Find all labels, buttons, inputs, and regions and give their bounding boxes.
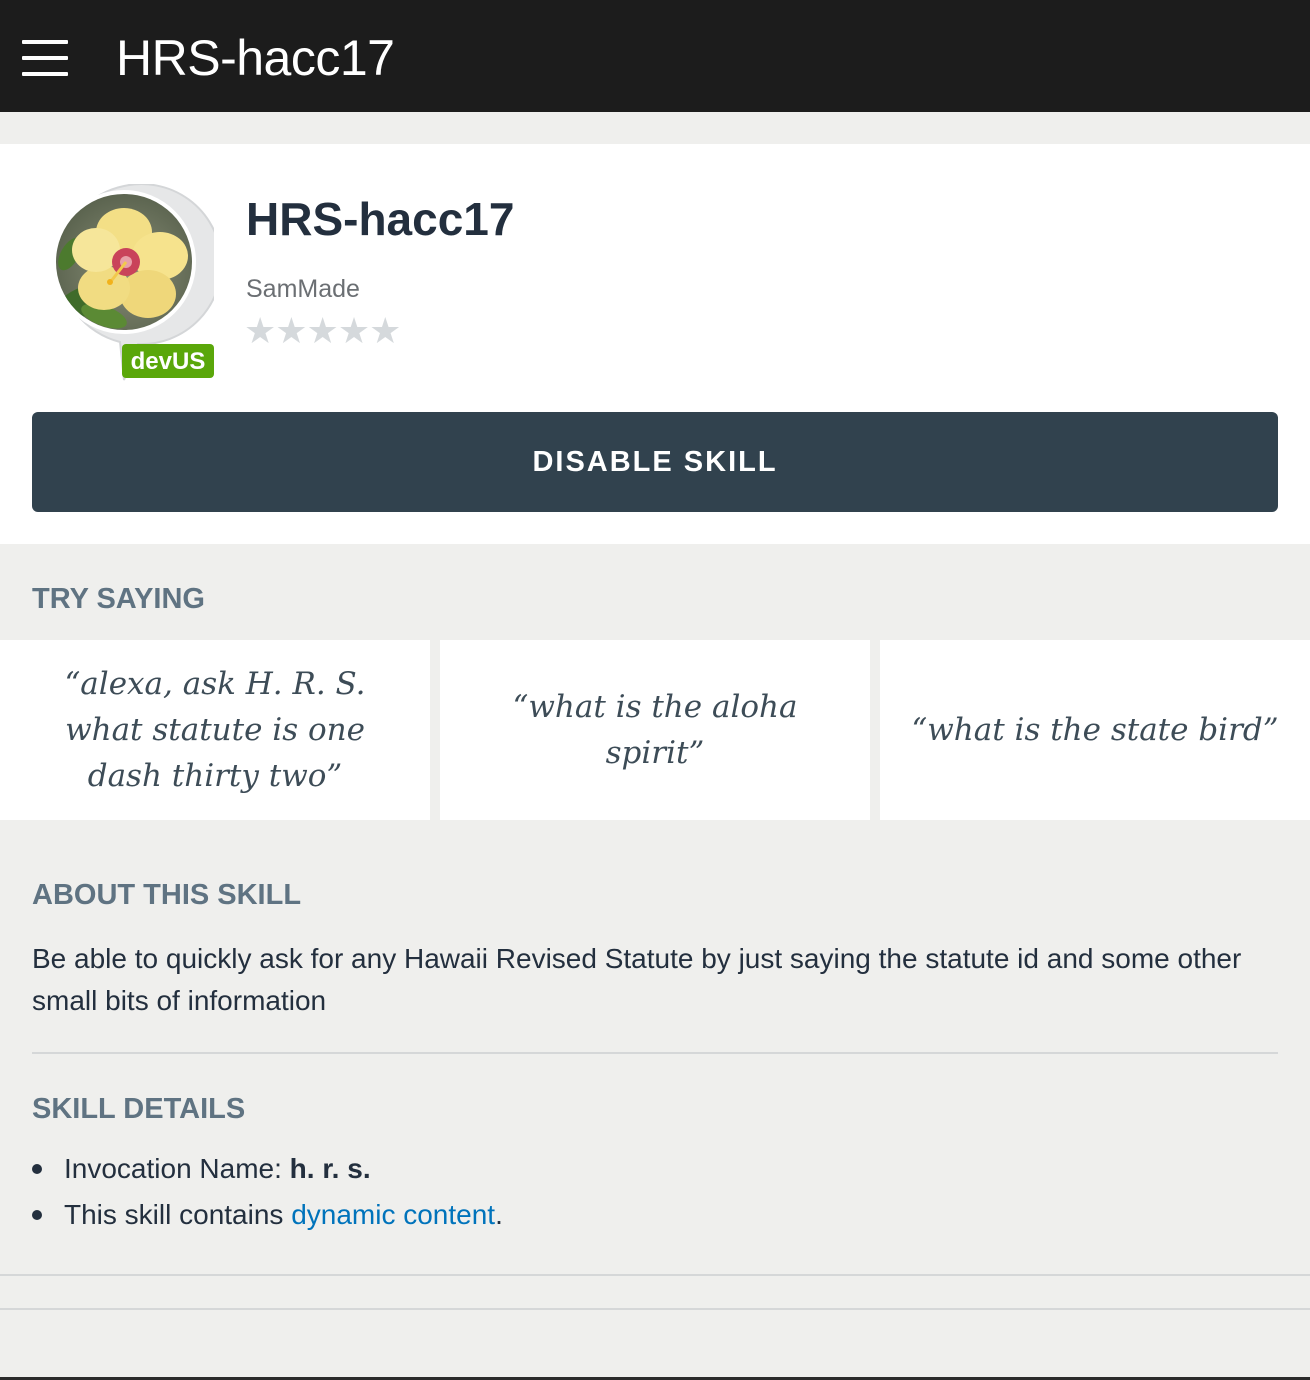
utterance-text: “what is the state bird”	[911, 712, 1279, 748]
skill-header-card: devUS HRS-hacc17 SamMade ★★★★★ DISABLE S…	[0, 144, 1310, 544]
dynamic-content-prefix: This skill contains	[64, 1199, 292, 1230]
skill-name: HRS-hacc17	[246, 193, 515, 245]
hibiscus-flower-icon: devUS	[52, 183, 223, 381]
list-item: Invocation Name: h. r. s.	[32, 1146, 1278, 1192]
top-bar: HRS-hacc17	[0, 0, 1310, 112]
developer-name: SamMade	[246, 275, 360, 303]
bullet-icon	[32, 1210, 42, 1220]
utterance-card: “what is the aloha spirit”	[440, 640, 870, 820]
star-rating-icon: ★★★★★	[244, 311, 401, 352]
skill-icon: devUS	[42, 183, 223, 384]
skill-details-list: Invocation Name: h. r. s. This skill con…	[32, 1146, 1278, 1238]
dynamic-content-suffix: .	[495, 1199, 503, 1230]
utterance-text: “alexa, ask H. R. S. what statute is one…	[64, 666, 366, 794]
utterance-card: “alexa, ask H. R. S. what statute is one…	[0, 640, 430, 820]
disable-skill-button[interactable]: DISABLE SKILL	[32, 412, 1278, 512]
divider	[0, 1274, 1310, 1276]
dynamic-content-link[interactable]: dynamic content	[291, 1199, 495, 1230]
bullet-icon	[32, 1164, 42, 1174]
page-title: HRS-hacc17	[116, 30, 395, 86]
region-badge: devUS	[131, 348, 206, 375]
divider	[32, 1052, 1278, 1054]
skill-details-heading: SKILL DETAILS	[32, 1093, 246, 1125]
utterance-text: “what is the aloha spirit”	[512, 689, 798, 771]
try-saying-heading: TRY SAYING	[32, 583, 205, 615]
invocation-name: h. r. s.	[289, 1153, 371, 1184]
list-item: This skill contains dynamic content.	[32, 1192, 1278, 1238]
utterance-card: “what is the state bird”	[880, 640, 1310, 820]
hamburger-menu-icon[interactable]	[22, 40, 68, 76]
divider	[0, 1308, 1310, 1310]
about-description: Be able to quickly ask for any Hawaii Re…	[32, 943, 1242, 1016]
about-heading: ABOUT THIS SKILL	[32, 879, 302, 911]
invocation-label: Invocation Name:	[64, 1153, 290, 1184]
